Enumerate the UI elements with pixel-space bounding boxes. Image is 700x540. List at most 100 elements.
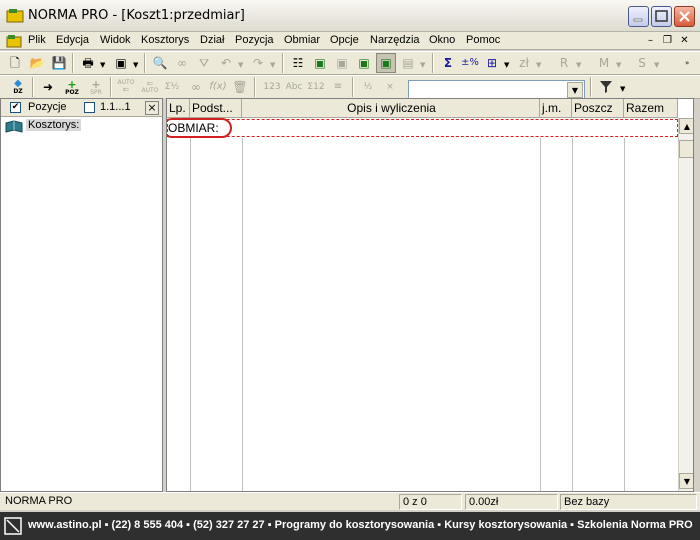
main-toolbar: 🗋 📂 💾 🖶 ▼ ▣ ▼ 🔍 ∞ ⛛ ↶ ▼ ↷ ▼ ☷ ▣ ▣ ▣ ▣ ▤ …: [0, 51, 700, 75]
percent-icon[interactable]: ±%: [460, 53, 480, 73]
text-format-icon[interactable]: Abc: [284, 77, 304, 97]
save-icon[interactable]: 💾: [49, 53, 69, 73]
tree-structure-icon[interactable]: ☷: [288, 53, 308, 73]
status-amount: 0.00zł: [465, 494, 558, 510]
status-base: Bez bazy: [560, 494, 697, 510]
footer-text: www.astino.pl ▪ (22) 8 555 404 ▪ (52) 32…: [28, 519, 693, 531]
estimate-grid: Lp. Podst... Opis i wyliczenia j.m. Posz…: [166, 98, 694, 492]
tree-root[interactable]: Kosztorys:: [5, 119, 125, 135]
close-button[interactable]: [674, 6, 695, 27]
menu-bar: Plik Edycja Widok Kosztorys Dział Pozycj…: [0, 32, 700, 50]
app-icon: [6, 9, 24, 23]
monitor-green-icon[interactable]: ▣: [310, 53, 330, 73]
vertical-scrollbar[interactable]: ▲ ▼: [678, 118, 693, 491]
book-icon: [5, 120, 23, 133]
auto-up-icon[interactable]: AUTO ⇐: [116, 77, 136, 97]
pozycje-label: Pozycje: [28, 101, 67, 113]
add-position-icon[interactable]: + POZ: [62, 77, 82, 97]
pozycje-checkbox[interactable]: ✔: [10, 102, 21, 113]
s-icon[interactable]: S: [632, 53, 652, 73]
m-icon[interactable]: M: [594, 53, 614, 73]
redo-icon[interactable]: ↷: [248, 53, 268, 73]
table-row[interactable]: [167, 119, 678, 137]
add-section-icon[interactable]: ◆ DZ: [8, 77, 28, 97]
monitor-active-icon[interactable]: ▣: [376, 53, 396, 73]
sigma-sort-icon[interactable]: Σ½: [162, 77, 182, 97]
minimize-button[interactable]: [628, 6, 649, 27]
new-document-icon[interactable]: 🗋: [5, 53, 25, 73]
filter-icon[interactable]: ⛛: [194, 53, 214, 73]
monitor-list-icon[interactable]: ▤: [398, 53, 418, 73]
col-razem[interactable]: Razem: [624, 99, 678, 118]
monitor-po-icon[interactable]: ▣: [354, 53, 374, 73]
menu-widok[interactable]: Widok: [100, 34, 131, 46]
position-toolbar: ◆ DZ ➜ + POZ + SPR AUTO ⇐ ⇐ AUTO Σ½ ∞ f(x) 🗑 …: [0, 75, 700, 100]
open-folder-icon[interactable]: 📂: [27, 53, 47, 73]
function-icon[interactable]: f(x): [208, 77, 228, 97]
col-poszcz[interactable]: Poszcz: [572, 99, 624, 118]
menu-pozycja[interactable]: Pozycja: [235, 34, 274, 46]
find-icon[interactable]: 🔍: [150, 53, 170, 73]
monitor-gray-icon[interactable]: ▣: [332, 53, 352, 73]
minimize-icon: [633, 18, 643, 22]
document-icon: [6, 35, 22, 48]
menu-pomoc[interactable]: Pomoc: [466, 34, 500, 46]
currency-icon[interactable]: zł: [514, 53, 534, 73]
title-bar[interactable]: NORMA PRO - [Koszt1:przedmiar]: [0, 0, 700, 32]
menu-okno[interactable]: Okno: [429, 34, 455, 46]
menu-plik[interactable]: Plik: [28, 34, 46, 46]
scroll-up-icon[interactable]: ▲: [679, 118, 693, 134]
auto-down-icon[interactable]: ⇐ AUTO: [140, 77, 160, 97]
astino-logo-icon: [4, 517, 22, 535]
chevron-down-icon[interactable]: ▼: [567, 82, 583, 98]
status-count: 0 z 0: [399, 494, 462, 510]
multiply-icon[interactable]: ×: [380, 77, 400, 97]
range-checkbox[interactable]: [84, 102, 95, 113]
footer-banner: www.astino.pl ▪ (22) 8 555 404 ▪ (52) 32…: [0, 512, 700, 540]
row-obmiar-label: OBMIAR:: [168, 121, 219, 135]
print-preview-icon[interactable]: ▣: [111, 53, 131, 73]
align-icon[interactable]: ≡: [328, 77, 348, 97]
mdi-minimize-icon[interactable]: –: [644, 35, 657, 47]
add-check-icon[interactable]: + SPR: [86, 77, 106, 97]
panel-close-icon[interactable]: ×: [145, 101, 159, 115]
status-bar: NORMA PRO 0 z 0 0.00zł Bez bazy: [0, 492, 700, 510]
menu-edycja[interactable]: Edycja: [56, 34, 89, 46]
undo-icon[interactable]: ↶: [216, 53, 236, 73]
scroll-down-icon[interactable]: ▼: [679, 473, 693, 489]
print-icon[interactable]: 🖶: [78, 53, 98, 73]
col-jm[interactable]: j.m.: [540, 99, 572, 118]
structure-panel-header: ✔ Pozycje 1.1...1 ×: [1, 99, 162, 117]
menu-dzial[interactable]: Dział: [200, 34, 224, 46]
sum-format-icon[interactable]: Σ12: [306, 77, 326, 97]
col-lp[interactable]: Lp.: [167, 99, 190, 118]
toolbar-combobox[interactable]: ▼: [408, 80, 585, 100]
glasses-icon[interactable]: ∞: [186, 77, 206, 97]
mdi-close-icon[interactable]: ✕: [678, 35, 691, 47]
table-icon[interactable]: ⊞: [482, 53, 502, 73]
menu-obmiar[interactable]: Obmiar: [284, 34, 320, 46]
binoculars-icon[interactable]: ∞: [172, 53, 192, 73]
close-icon: [679, 11, 690, 22]
menu-opcje[interactable]: Opcje: [330, 34, 359, 46]
grid-header: Lp. Podst... Opis i wyliczenia j.m. Posz…: [167, 99, 678, 118]
col-opis[interactable]: Opis i wyliczenia: [242, 99, 540, 118]
scroll-thumb[interactable]: [679, 140, 693, 158]
structure-panel: ✔ Pozycje 1.1...1 × Kosztorys:: [0, 98, 163, 492]
menu-narzedzia[interactable]: Narzędzia: [370, 34, 420, 46]
r-icon[interactable]: R: [554, 53, 574, 73]
menu-kosztorys[interactable]: Kosztorys: [141, 34, 189, 46]
numbering-icon[interactable]: 123: [262, 77, 282, 97]
col-podstawa[interactable]: Podst...: [190, 99, 242, 118]
arrow-right-icon[interactable]: ➜: [38, 77, 58, 97]
mdi-restore-icon[interactable]: ❐: [661, 35, 674, 47]
tree-root-label: Kosztorys:: [26, 119, 82, 131]
status-app: NORMA PRO: [5, 495, 73, 507]
funnel-filter-icon[interactable]: [596, 77, 616, 97]
fraction-icon[interactable]: ½: [358, 77, 378, 97]
window-title: NORMA PRO - [Koszt1:przedmiar]: [28, 8, 245, 23]
trash-icon[interactable]: 🗑: [230, 77, 250, 97]
maximize-button[interactable]: [651, 6, 672, 27]
sum-icon[interactable]: Σ: [438, 53, 458, 73]
maximize-icon: [655, 10, 668, 22]
